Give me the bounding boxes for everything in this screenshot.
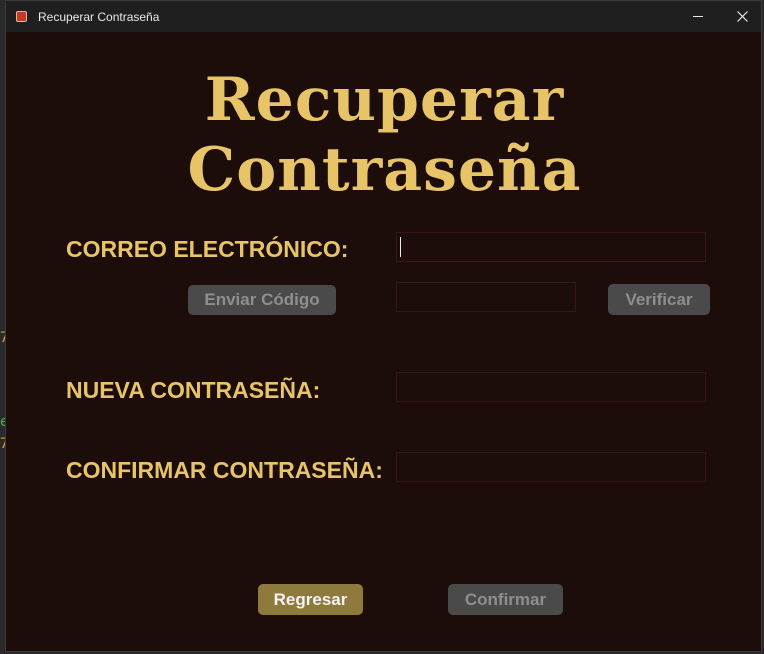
verify-button[interactable]: Verificar [608,284,710,315]
email-field[interactable] [396,232,706,262]
new-password-label: NUEVA CONTRASEÑA: [66,377,321,403]
text-caret [400,237,401,257]
close-icon [737,11,748,22]
code-field[interactable] [396,282,576,312]
send-code-button[interactable]: Enviar Código [188,285,336,315]
email-label: CORREO ELECTRÓNICO: [66,236,349,262]
confirm-button[interactable]: Confirmar [448,584,563,615]
window-title: Recuperar Contraseña [38,10,160,24]
back-button[interactable]: Regresar [258,584,363,615]
title-bar: Recuperar Contraseña [6,1,761,32]
app-icon [16,11,27,22]
close-button[interactable] [720,1,764,32]
minimize-icon [693,16,703,17]
confirm-password-field[interactable] [396,452,706,482]
page-title: Recuperar Contraseña [187,65,582,205]
confirm-password-label: CONFIRMAR CONTRASEÑA: [66,457,383,483]
minimize-button[interactable] [676,1,720,32]
recover-password-window: Recuperar Contraseña Recuperar Contraseñ… [5,0,762,652]
new-password-field[interactable] [396,372,706,402]
